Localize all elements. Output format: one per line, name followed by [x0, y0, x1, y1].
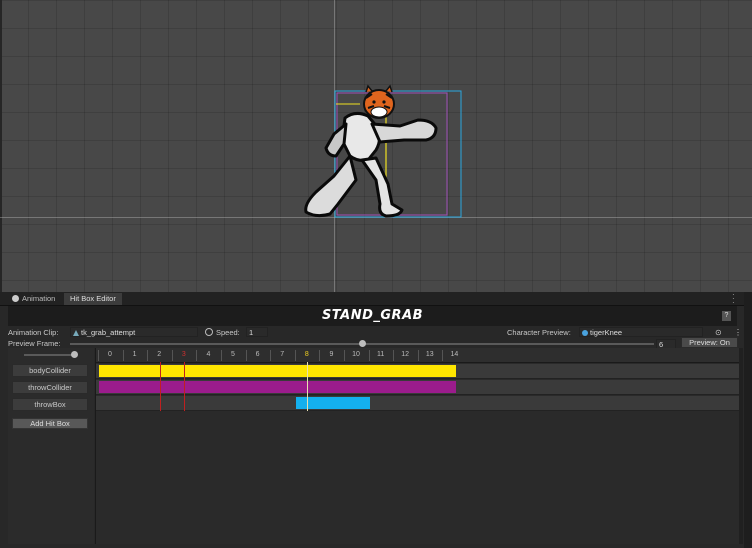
frame-label-8[interactable]: 8 — [295, 351, 319, 358]
timeline-zoom-handle[interactable] — [71, 351, 78, 358]
speed-icon — [205, 328, 213, 336]
help-button[interactable]: ? — [722, 311, 731, 321]
frame-label-12[interactable]: 12 — [393, 351, 417, 358]
timeline-zoom-slider[interactable] — [24, 354, 76, 356]
tab-hit-box-editor[interactable]: Hit Box Editor — [64, 293, 122, 305]
preview-frame-slider-handle[interactable] — [359, 340, 366, 347]
window-edge — [744, 292, 752, 548]
frame-label-0[interactable]: 0 — [98, 351, 122, 358]
hit-box-button-throw-box[interactable]: throwBox — [12, 398, 88, 411]
speed-field[interactable]: 1 — [246, 327, 268, 337]
character-icon — [582, 330, 588, 336]
character-sprite[interactable] — [0, 0, 752, 292]
clip-title-bar: STAND_GRAB ? — [8, 306, 737, 326]
animation-clip-field[interactable]: tk_grab_attempt — [70, 327, 198, 337]
animation-clip-icon — [73, 330, 79, 336]
fighter-body — [304, 111, 438, 218]
frame-label-9[interactable]: 9 — [319, 351, 343, 358]
frame-label-2[interactable]: 2 — [147, 351, 171, 358]
clip-title: STAND_GRAB — [321, 308, 424, 323]
character-preview-label: Character Preview: — [507, 328, 571, 337]
preview-frame-slider[interactable] — [70, 340, 654, 347]
frame-label-7[interactable]: 7 — [270, 351, 294, 358]
hit-box-editor-panel: Animation Hit Box Editor · · · STAND_GRAB … — [0, 291, 752, 548]
tab-bar: Animation Hit Box Editor · · · — [0, 291, 752, 307]
timeline-track-body-collider[interactable] — [96, 364, 739, 379]
animation-clip-label: Animation Clip: — [8, 328, 59, 337]
animation-icon — [12, 295, 19, 302]
hit-box-span-bodyCollider[interactable] — [99, 365, 456, 377]
frame-label-14[interactable]: 14 — [442, 351, 466, 358]
hit-box-list: bodyCollider throwCollider throwBox Add … — [8, 348, 94, 544]
frame-label-4[interactable]: 4 — [196, 351, 220, 358]
frame-label-3[interactable]: 3 — [172, 351, 196, 358]
frame-label-6[interactable]: 6 — [246, 351, 270, 358]
speed-label: Speed: — [216, 328, 240, 337]
event-marker — [159, 362, 161, 411]
hit-box-button-body-collider[interactable]: bodyCollider — [12, 364, 88, 377]
frame-label-13[interactable]: 13 — [418, 351, 442, 358]
clip-settings-row: Animation Clip: tk_grab_attempt Speed: 1… — [8, 327, 744, 338]
timeline-scrollbar[interactable] — [739, 348, 743, 544]
frame-label-10[interactable]: 10 — [344, 351, 368, 358]
event-marker — [184, 362, 186, 411]
timeline-track-throw-collider[interactable] — [96, 380, 739, 395]
preview-toggle-button[interactable]: Preview: On — [681, 337, 738, 348]
frame-label-11[interactable]: 11 — [369, 351, 393, 358]
frame-label-1[interactable]: 1 — [123, 351, 147, 358]
hit-box-button-throw-collider[interactable]: throwCollider — [12, 381, 88, 394]
playhead — [307, 362, 309, 411]
tab-options-icon[interactable]: · · · — [732, 291, 736, 307]
character-preview-field[interactable]: tigerKnee — [579, 327, 703, 337]
scene-view[interactable] — [0, 0, 752, 292]
hit-box-span-throwCollider[interactable] — [99, 381, 456, 393]
tab-animation[interactable]: Animation — [6, 293, 61, 305]
timeline-area[interactable]: 0 1 2 3 4 5 6 7 8 9 10 11 12 13 14 — [95, 348, 739, 544]
frame-label-5[interactable]: 5 — [221, 351, 245, 358]
add-hit-box-button[interactable]: Add Hit Box — [12, 418, 88, 429]
timeline-track-throw-box[interactable] — [96, 396, 739, 411]
frame-ruler[interactable]: 0 1 2 3 4 5 6 7 8 9 10 11 12 13 14 — [96, 348, 739, 363]
tiger-head — [363, 84, 395, 119]
